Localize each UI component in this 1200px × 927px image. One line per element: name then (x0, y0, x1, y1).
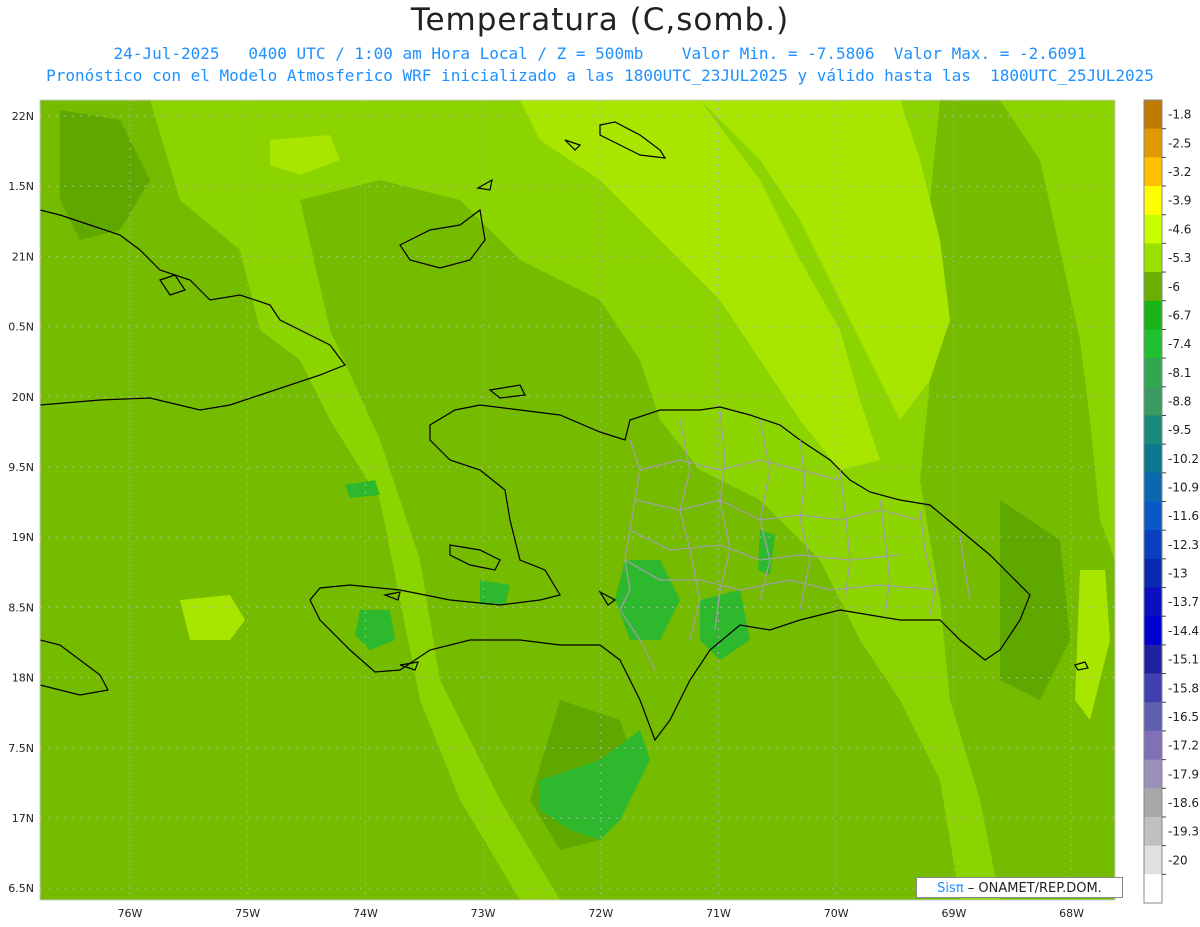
colorbar-swatch (1144, 157, 1162, 187)
colorbar-swatch (1144, 702, 1162, 732)
colorbar-label: -16.5 (1168, 710, 1199, 724)
latitude-labels: 22N 1.5N 21N 0.5N 20N 9.5N 19N 8.5N 18N 7.5N 17N 6.… (8, 110, 34, 895)
lon-tick-label: 70W (824, 907, 849, 920)
lat-tick-label: 22N (12, 110, 34, 123)
colorbar-swatch (1144, 644, 1162, 675)
colorbar-swatch (1144, 587, 1162, 617)
lon-tick-label: 69W (941, 907, 966, 920)
colorbar-label: -6 (1168, 280, 1180, 294)
colorbar-label: -19.3 (1168, 825, 1199, 839)
colorbar-swatch (1144, 759, 1162, 789)
colorbar-swatch (1144, 530, 1162, 560)
colorbar-swatch (1144, 243, 1162, 273)
lon-tick-label: 75W (235, 907, 260, 920)
colorbar-swatch (1144, 186, 1162, 216)
colorbar-label: -5.3 (1168, 251, 1191, 265)
colorbar-label: -13.7 (1168, 595, 1199, 609)
colorbar-swatch (1144, 329, 1162, 359)
colorbar-swatch (1144, 214, 1162, 244)
colorbar-label: -1.8 (1168, 108, 1191, 122)
colorbar-swatch (1144, 730, 1162, 761)
lat-tick-label: 21N (12, 250, 34, 263)
credit-box: Sisπ – ONAMET/REP.DOM. (916, 877, 1123, 898)
colorbar-swatch (1144, 300, 1162, 330)
colorbar-swatch (1144, 415, 1162, 445)
colorbar-label: -10.9 (1168, 481, 1199, 495)
colorbar-label: -20 (1168, 853, 1188, 867)
lat-tick-label: 9.5N (8, 461, 34, 474)
lon-tick-label: 72W (588, 907, 613, 920)
colorbar-label: -13 (1168, 567, 1188, 581)
colorbar-swatch (1144, 386, 1162, 416)
lon-tick-label: 74W (353, 907, 378, 920)
colorbar-swatch (1144, 501, 1162, 531)
colorbar-swatch (1144, 788, 1162, 818)
colorbar-label: -10.2 (1168, 452, 1199, 466)
lat-tick-label: 7.5N (8, 742, 34, 755)
credit-text: – ONAMET/REP.DOM. (967, 881, 1102, 896)
colorbar-label: -17.2 (1168, 739, 1199, 753)
colorbar-swatch (1144, 616, 1162, 646)
lat-tick-label: 8.5N (8, 601, 34, 614)
colorbar-swatch (1144, 444, 1162, 474)
colorbar-label: -15.1 (1168, 653, 1199, 667)
colorbar-swatch (1144, 845, 1162, 875)
colorbar-swatch (1144, 816, 1162, 847)
colorbar-swatch (1144, 673, 1162, 703)
credit-pi: π (955, 881, 964, 896)
colorbar-label: -14.4 (1168, 624, 1199, 638)
colorbar: -1.8 -2.5 -3.2 -3.9 -4.6 -5.3 -6 -6.7 -7.4 -8.1 -8… (1143, 99, 1199, 904)
temperature-map: 22N 1.5N 21N 0.5N 20N 9.5N 19N 8.5N 18N 7.5N 17N 6.… (8, 99, 1199, 920)
colorbar-swatch (1144, 472, 1162, 502)
colorbar-label: -4.6 (1168, 222, 1191, 236)
lat-tick-label: 6.5N (8, 882, 34, 895)
colorbar-label: -8.1 (1168, 366, 1191, 380)
colorbar-swatch (1144, 100, 1162, 130)
lat-tick-label: 0.5N (8, 321, 34, 334)
colorbar-label: -17.9 (1168, 767, 1199, 781)
colorbar-label: -11.6 (1168, 509, 1199, 523)
colorbar-label: -8.8 (1168, 394, 1191, 408)
colorbar-label: -15.8 (1168, 681, 1199, 695)
colorbar-label: -7.4 (1168, 337, 1191, 351)
colorbar-label: -6.7 (1168, 308, 1191, 322)
lat-tick-label: 18N (12, 672, 34, 685)
lon-tick-label: 68W (1059, 907, 1084, 920)
lat-tick-label: 20N (12, 391, 34, 404)
credit-sis: Sis (937, 881, 956, 896)
lat-tick-label: 19N (12, 531, 34, 544)
colorbar-swatch (1144, 874, 1162, 904)
lon-tick-label: 76W (118, 907, 143, 920)
colorbar-label: -12.3 (1168, 538, 1199, 552)
colorbar-swatch (1144, 128, 1162, 158)
longitude-labels: 76W 75W 74W 73W 72W 71W 70W 69W 68W (118, 907, 1085, 920)
lon-tick-label: 73W (471, 907, 496, 920)
colorbar-label: -18.6 (1168, 796, 1199, 810)
colorbar-label: -2.5 (1168, 136, 1191, 150)
colorbar-swatch (1144, 272, 1162, 302)
lon-tick-label: 71W (706, 907, 731, 920)
colorbar-swatch (1144, 558, 1162, 589)
colorbar-label: -3.2 (1168, 165, 1191, 179)
colorbar-label: -3.9 (1168, 194, 1191, 208)
colorbar-swatch (1144, 358, 1162, 388)
colorbar-label: -9.5 (1168, 423, 1191, 437)
lat-tick-label: 17N (12, 812, 34, 825)
lat-tick-label: 1.5N (8, 180, 34, 193)
